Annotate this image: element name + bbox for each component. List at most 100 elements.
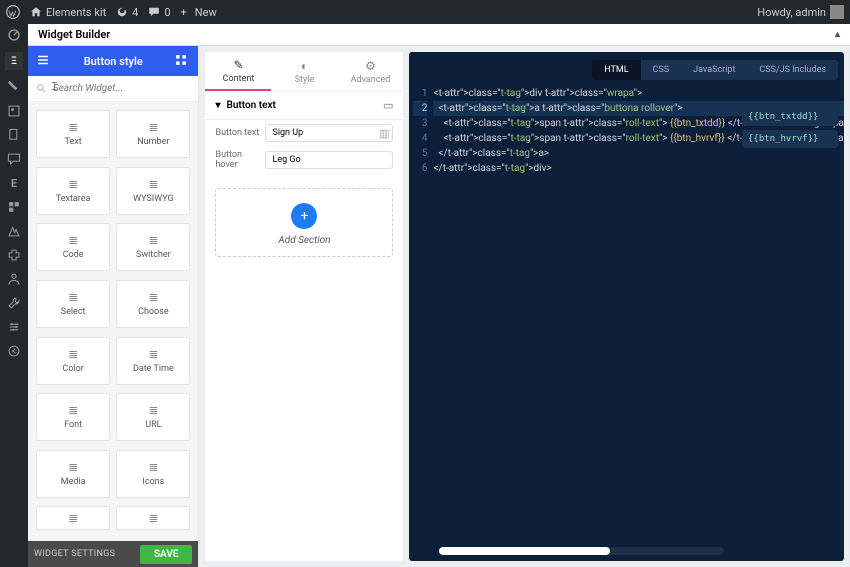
tab-content[interactable]: ✎Content — [205, 52, 271, 91]
tab-style[interactable]: ◐Style — [271, 52, 337, 91]
widgets-header-title: Button style — [84, 55, 143, 68]
section-header[interactable]: ▾Button text ▭ — [205, 92, 403, 120]
widget-lines-icon: ≣ — [148, 404, 158, 416]
titlebar: Widget Builder ▴ — [28, 24, 850, 46]
widget-label: Textarea — [56, 194, 91, 204]
widget-label: Media — [61, 477, 86, 487]
widget-label: Number — [137, 137, 169, 147]
wp-side-rail: Ξ E — [0, 24, 28, 567]
widget-label: Text — [65, 137, 82, 147]
widget-lines-icon: ≣ — [148, 121, 158, 133]
wp-admin-bar: Elements kit 4 0 +New Howdy, admin — [0, 0, 850, 24]
updates-count: 4 — [132, 6, 138, 19]
templates-icon[interactable] — [7, 200, 21, 214]
widget-lines-icon: ≣ — [68, 291, 78, 303]
horizontal-scrollbar[interactable] — [439, 547, 724, 555]
widgets-footer: WIDGET SETTINGS SAVE — [28, 541, 198, 567]
updates[interactable]: 4 — [116, 6, 138, 19]
collapse-caret-icon[interactable]: ▴ — [835, 29, 840, 40]
add-section-button[interactable]: + Add Section — [215, 188, 393, 257]
site-name[interactable]: Elements kit — [30, 6, 106, 19]
code-tab-html[interactable]: HTML — [592, 60, 640, 80]
widget-lines-icon: ≣ — [148, 178, 158, 190]
media-icon[interactable] — [7, 104, 21, 118]
widget-card[interactable]: ≣ Font — [36, 393, 110, 441]
comments[interactable]: 0 — [148, 6, 170, 19]
howdy-label: Howdy, admin — [757, 6, 826, 19]
widget-card[interactable]: ≣Select — [36, 280, 110, 328]
code-tab-includes[interactable]: CSS/JS Includes — [747, 60, 838, 80]
widget-lines-icon: ≣ — [148, 234, 158, 246]
widget-lines-icon: ≣ — [68, 121, 78, 133]
widget-card[interactable]: ≣Date Time — [116, 337, 190, 385]
widget-lines-icon: ≣ — [148, 461, 158, 473]
widgets-grid: ≣Text≣Number≣Textarea≣WYSIWYG≣Code≣Switc… — [28, 102, 198, 541]
posts-icon[interactable] — [7, 80, 21, 94]
variables-panel: {{btn_txtdd}} {{btn_hvrvf}} — [742, 108, 838, 148]
plugins-icon[interactable] — [7, 248, 21, 262]
dashboard-icon[interactable] — [7, 28, 21, 42]
widget-card[interactable]: ≣ Media — [36, 450, 110, 498]
wp-logo[interactable] — [6, 5, 20, 19]
search-row: 𝙸 — [28, 76, 198, 102]
contrast-icon: ◐ — [301, 59, 308, 73]
widget-card[interactable]: ≣Color — [36, 337, 110, 385]
howdy[interactable]: Howdy, admin — [757, 5, 844, 19]
code-editor[interactable]: 123456 <t-attr">class="t-tag">div t-attr… — [409, 82, 844, 561]
elementor-icon[interactable]: E — [7, 176, 21, 190]
button-text-label: Button text — [215, 128, 259, 138]
widgets-panel: Button style 𝙸 ≣Text≣Number≣Textarea≣WYS… — [28, 46, 199, 567]
prop-row-text: Button text ▥ — [205, 120, 403, 146]
search-icon — [36, 83, 47, 94]
widget-card[interactable]: ≣WYSIWYG — [116, 167, 190, 215]
users-icon[interactable] — [7, 272, 21, 286]
widget-lines-icon: ≣ — [68, 404, 78, 416]
widget-card[interactable]: ≣Textarea — [36, 167, 110, 215]
plus-icon: + — [291, 203, 317, 229]
workspace: Button style 𝙸 ≣Text≣Number≣Textarea≣WYS… — [28, 46, 850, 567]
widget-label: Color — [62, 364, 83, 374]
scrollbar-thumb[interactable] — [439, 547, 610, 555]
tab-advanced[interactable]: ⚙Advanced — [337, 52, 403, 91]
new-content[interactable]: +New — [181, 6, 217, 19]
dynamic-icon[interactable]: ▥ — [379, 127, 389, 140]
responsive-icon[interactable]: ▭ — [383, 99, 393, 112]
comments-icon[interactable] — [7, 152, 21, 166]
button-text-input[interactable] — [265, 124, 393, 142]
widget-card[interactable]: ≣ URL — [116, 393, 190, 441]
widget-label: URL — [145, 420, 161, 430]
widget-card[interactable]: ≣ — [36, 506, 110, 530]
widget-card[interactable]: ≣Code — [36, 223, 110, 271]
collapse-icon[interactable] — [7, 344, 21, 358]
widget-card[interactable]: ≣ Text — [36, 110, 110, 158]
widget-card[interactable]: ≣Choose — [116, 280, 190, 328]
widget-label: Font — [64, 420, 82, 430]
widget-card[interactable]: ≣ Icons — [116, 450, 190, 498]
tools-icon[interactable] — [7, 296, 21, 310]
code-tab-js[interactable]: JavaScript — [681, 60, 747, 80]
widget-settings-button[interactable]: WIDGET SETTINGS — [34, 549, 115, 559]
save-button[interactable]: SAVE — [140, 545, 193, 564]
variable-chip[interactable]: {{btn_txtdd}} — [742, 108, 838, 126]
widget-card[interactable]: ≣ Number — [116, 110, 190, 158]
widget-card[interactable]: ≣Switcher — [116, 223, 190, 271]
text-cursor-icon: 𝙸 — [50, 79, 58, 94]
menu-icon[interactable] — [36, 53, 52, 69]
properties-tabs: ✎Content ◐Style ⚙Advanced — [205, 52, 403, 92]
search-input[interactable] — [53, 83, 190, 94]
widget-lines-icon: ≣ — [68, 461, 78, 473]
appearance-icon[interactable] — [7, 224, 21, 238]
widget-label: Icons — [142, 477, 164, 487]
new-label: New — [195, 6, 217, 19]
settings-icon[interactable] — [7, 320, 21, 334]
ekit-icon[interactable]: Ξ — [5, 52, 23, 70]
variable-chip[interactable]: {{btn_hvrvf}} — [742, 130, 838, 148]
button-hover-input[interactable] — [265, 151, 393, 169]
tab-content-label: Content — [223, 74, 255, 84]
pages-icon[interactable] — [7, 128, 21, 142]
grid-icon[interactable] — [174, 53, 190, 69]
widget-label: Date Time — [133, 364, 174, 374]
widget-card[interactable]: ≣ — [116, 506, 190, 530]
code-lines: <t-attr">class="t-tag">div t-attr">class… — [433, 86, 844, 561]
code-tab-css[interactable]: CSS — [641, 60, 682, 80]
